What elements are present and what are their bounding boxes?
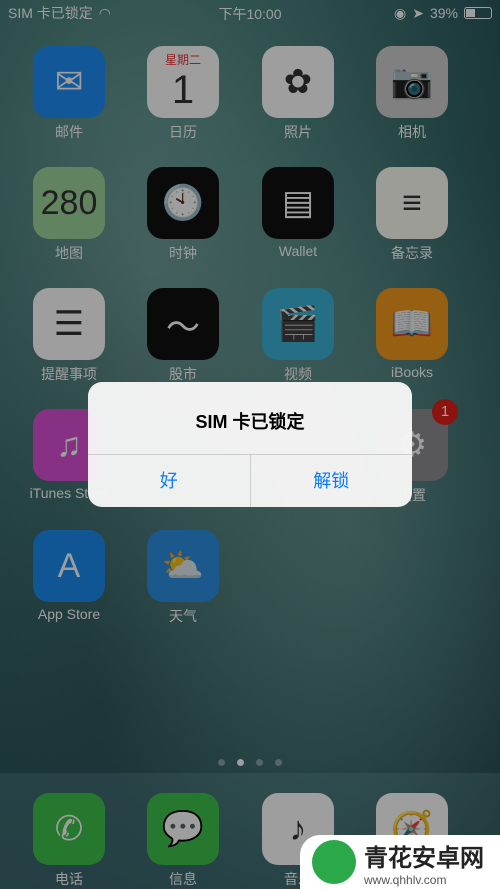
watermark: 青花安卓网 www.qhhlv.com — [300, 835, 500, 889]
alert-title: SIM 卡已锁定 — [195, 412, 305, 432]
sim-locked-alert: SIM 卡已锁定 好 解锁 — [88, 382, 412, 507]
watermark-logo — [312, 840, 356, 884]
ok-button[interactable]: 好 — [88, 455, 250, 507]
unlock-button[interactable]: 解锁 — [249, 455, 413, 507]
